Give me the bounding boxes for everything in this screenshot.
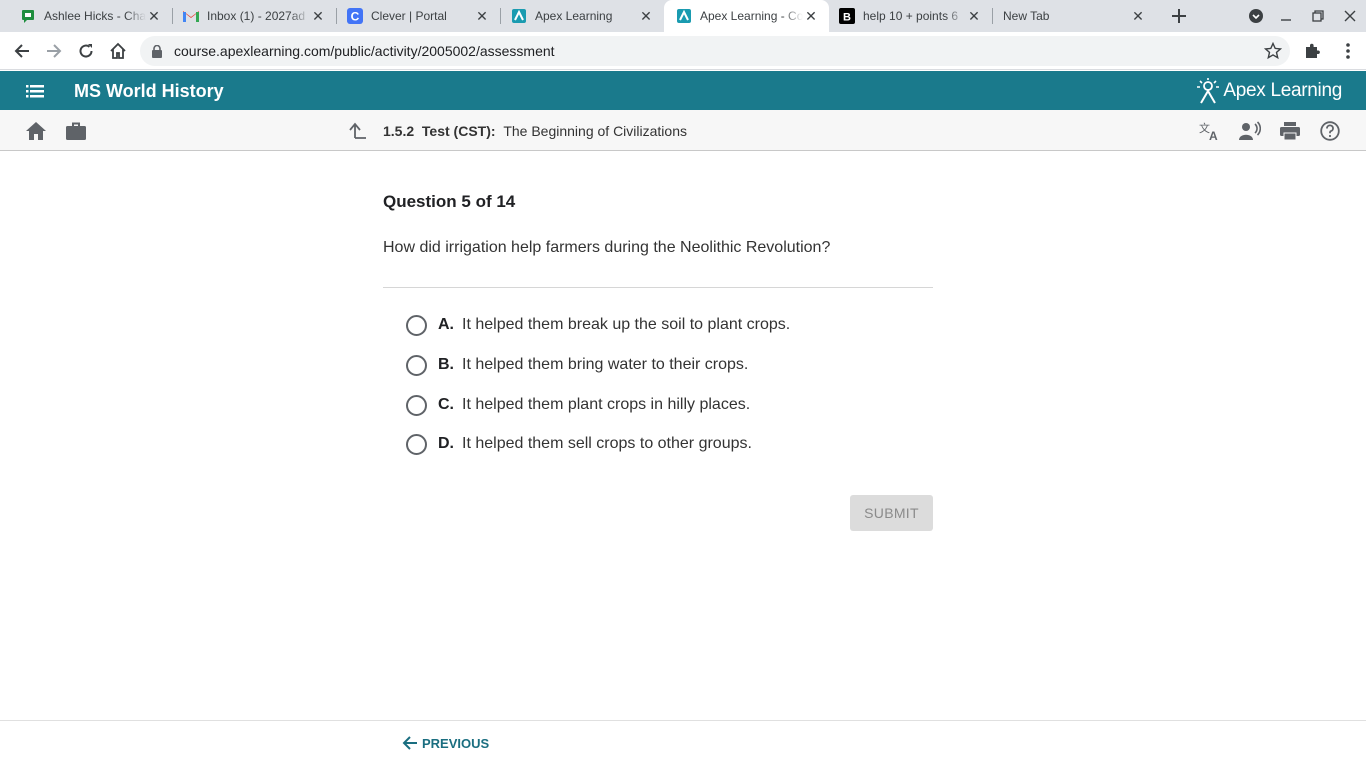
radio-button[interactable] (406, 433, 427, 455)
brainly-icon: B (839, 8, 855, 24)
answer-text: It helped them break up the soil to plan… (462, 316, 791, 333)
radio-button[interactable] (406, 394, 427, 416)
submit-button[interactable]: SUBMIT (850, 495, 933, 531)
address-bar[interactable]: course.apexlearning.com/public/activity/… (140, 36, 1290, 66)
close-tab-icon[interactable]: ✕ (1130, 8, 1146, 24)
activity-footer: PREVIOUS (0, 720, 1366, 768)
answer-choice-b[interactable]: B. It helped them bring water to their c… (406, 353, 748, 377)
home-icon[interactable] (25, 120, 47, 142)
extensions-puzzle-icon[interactable] (1302, 41, 1322, 61)
question-counter: Question 5 of 14 (383, 192, 516, 211)
close-tab-icon[interactable]: ✕ (474, 8, 490, 24)
minimize-icon[interactable] (1270, 0, 1302, 32)
restore-icon[interactable] (1302, 0, 1334, 32)
browser-tab-strip: Ashlee Hicks - Cha ✕ Inbox (1) - 2027ad … (0, 0, 1366, 32)
activity-title: The Beginning of Civilizations (503, 123, 687, 139)
browser-toolbar: course.apexlearning.com/public/activity/… (0, 32, 1366, 70)
gmail-icon (183, 8, 199, 24)
radio-button[interactable] (406, 314, 427, 336)
url-text: course.apexlearning.com/public/activity/… (174, 43, 555, 59)
forward-icon[interactable] (40, 37, 68, 65)
question-divider (383, 287, 933, 288)
course-title: MS World History (74, 81, 224, 101)
question-prompt: How did irrigation help farmers during t… (383, 239, 831, 256)
answer-choice-a[interactable]: A. It helped them break up the soil to p… (406, 313, 790, 337)
help-icon[interactable] (1319, 120, 1341, 142)
browser-tab[interactable]: B help 10 + points 6 ✕ (829, 0, 992, 32)
apex-icon (511, 8, 527, 24)
close-tab-icon[interactable]: ✕ (146, 8, 162, 24)
menu-list-icon[interactable] (24, 80, 48, 102)
radio-button[interactable] (406, 354, 427, 376)
tab-search-icon[interactable] (1240, 0, 1272, 32)
previous-button[interactable]: PREVIOUS (402, 735, 489, 751)
svg-text:C: C (351, 10, 360, 24)
close-tab-icon[interactable]: ✕ (638, 8, 654, 24)
browser-tab[interactable]: C Clever | Portal ✕ (337, 0, 500, 32)
lock-icon (152, 44, 166, 58)
briefcase-icon[interactable] (65, 120, 87, 142)
arrow-left-icon (402, 736, 417, 750)
google-chat-icon (20, 8, 36, 24)
back-icon[interactable] (8, 37, 36, 65)
close-tab-icon[interactable]: ✕ (803, 8, 819, 24)
activity-number: 1.5.2 (383, 123, 415, 139)
apex-learning-logo: Apex Learning (1197, 78, 1342, 104)
activity-type: Test (CST): (421, 123, 496, 139)
clever-icon: C (347, 8, 363, 24)
answer-choice-d[interactable]: D. It helped them sell crops to other gr… (406, 432, 752, 456)
course-header: MS World History Apex Learning (0, 71, 1366, 110)
browser-tab[interactable]: New Tab ✕ (993, 0, 1156, 32)
close-tab-icon[interactable]: ✕ (966, 8, 982, 24)
answer-text: It helped them sell crops to other group… (462, 435, 752, 452)
up-arrow-icon[interactable] (347, 120, 369, 142)
translate-icon[interactable]: 文A (1199, 120, 1221, 142)
answer-text: It helped them plant crops in hilly plac… (462, 396, 751, 413)
svg-text:B: B (843, 12, 851, 24)
apex-icon (676, 8, 692, 24)
new-tab-button[interactable] (1167, 4, 1191, 28)
close-tab-icon[interactable]: ✕ (310, 8, 326, 24)
activity-toolbar: 1.5.2 Test (CST): The Beginning of Civil… (0, 110, 1366, 151)
svg-text:A: A (1209, 129, 1218, 141)
reload-icon[interactable] (72, 37, 100, 65)
browser-menu-icon[interactable] (1338, 41, 1358, 61)
text-to-speech-icon[interactable] (1239, 120, 1261, 142)
apex-sun-icon (1197, 78, 1220, 104)
browser-tab-active[interactable]: Apex Learning - Co ✕ (664, 0, 829, 32)
bookmark-star-icon[interactable] (1263, 41, 1283, 60)
print-icon[interactable] (1279, 120, 1301, 142)
answer-choice-c[interactable]: C. It helped them plant crops in hilly p… (406, 393, 750, 417)
activity-breadcrumb: 1.5.2 Test (CST): The Beginning of Civil… (383, 123, 687, 139)
browser-tab[interactable]: Ashlee Hicks - Cha ✕ (0, 0, 172, 32)
home-icon[interactable] (104, 37, 132, 65)
close-window-icon[interactable] (1334, 0, 1366, 32)
browser-tab[interactable]: Apex Learning ✕ (501, 0, 664, 32)
answer-text: It helped them bring water to their crop… (462, 356, 749, 373)
browser-tab[interactable]: Inbox (1) - 2027ad ✕ (173, 0, 336, 32)
